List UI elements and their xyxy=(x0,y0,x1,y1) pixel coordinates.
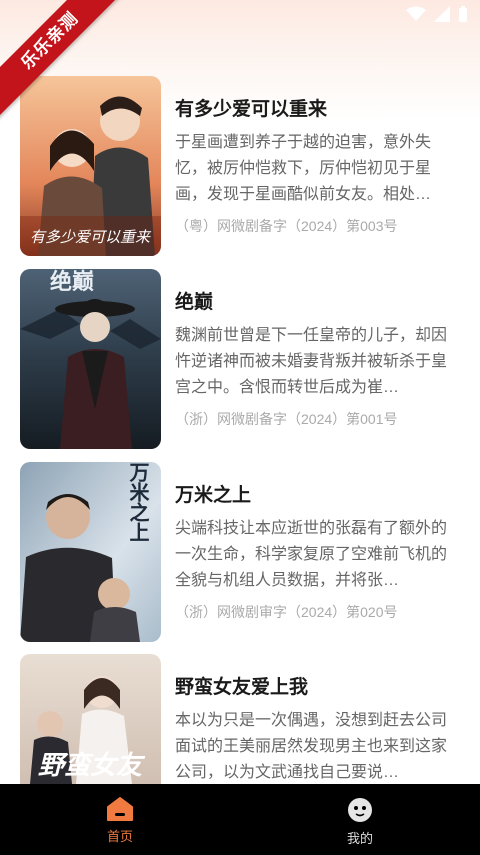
drama-card[interactable]: 绝巅 绝巅 魏渊前世曾是下一任皇帝的儿子，却因忤逆诸神而被未婚妻背叛并被斩杀于皇… xyxy=(20,269,460,449)
tab-mine[interactable]: 我的 xyxy=(240,784,480,855)
drama-record-number: （浙）网微剧审字（2024）第020号 xyxy=(175,604,398,620)
drama-poster[interactable]: 野蛮女友 xyxy=(20,654,161,784)
drama-list[interactable]: 有多少爱可以重来 有多少爱可以重来 于星画遭到养子于越的迫害，意外失忆，被厉仲恺… xyxy=(0,76,480,784)
wifi-icon xyxy=(406,6,426,21)
drama-title[interactable]: 万米之上 xyxy=(175,482,460,510)
drama-description: 于星画遭到养子于越的迫害，意外失忆，被厉仲恺救下，厉仲恺初见于星画，发现于星画酷… xyxy=(175,134,432,203)
profile-icon xyxy=(348,798,372,822)
drama-title[interactable]: 有多少爱可以重来 xyxy=(175,96,460,124)
drama-description: 本以为只是一次偶遇，没想到赶去公司面试的王美丽居然发现男主也来到这家公司，以为文… xyxy=(175,712,448,781)
drama-card[interactable]: 野蛮女友 野蛮女友爱上我 本以为只是一次偶遇，没想到赶去公司面试的王美丽居然发现… xyxy=(20,654,460,784)
drama-description: 尖端科技让本应逝世的张磊有了额外的一次生命，科学家复原了空难前飞机的全貌与机组人… xyxy=(175,520,448,589)
tab-home[interactable]: 首页 xyxy=(0,784,240,855)
drama-info: 野蛮女友爱上我 本以为只是一次偶遇，没想到赶去公司面试的王美丽居然发现男主也来到… xyxy=(175,654,460,784)
drama-title[interactable]: 野蛮女友爱上我 xyxy=(175,674,460,702)
drama-card[interactable]: 万米之上 万米之上 尖端科技让本应逝世的张磊有了额外的一次生命，科学家复原了空难… xyxy=(20,462,460,642)
drama-info: 绝巅 魏渊前世曾是下一任皇帝的儿子，却因忤逆诸神而被未婚妻背叛并被斩杀于皇宫之中… xyxy=(175,269,460,449)
drama-poster[interactable]: 绝巅 xyxy=(20,269,161,449)
drama-info: 有多少爱可以重来 于星画遭到养子于越的迫害，意外失忆，被厉仲恺救下，厉仲恺初见于… xyxy=(175,76,460,256)
ribbon-label: 乐乐亲测 xyxy=(0,0,133,124)
drama-record-number: （浙）网微剧备字（2024）第001号 xyxy=(175,411,398,427)
poster-title: 绝巅 xyxy=(50,269,94,295)
tab-mine-label: 我的 xyxy=(346,831,373,846)
poster-title: 有多少爱可以重来 xyxy=(30,228,152,246)
drama-record-number: （粤）网微剧备字（2024）第003号 xyxy=(175,218,398,234)
drama-title[interactable]: 绝巅 xyxy=(175,289,460,317)
drama-info: 万米之上 尖端科技让本应逝世的张磊有了额外的一次生命，科学家复原了空难前飞机的全… xyxy=(175,462,460,642)
home-icon xyxy=(107,797,133,821)
bottom-tab-bar: 首页 我的 xyxy=(0,784,480,855)
battery-icon xyxy=(459,6,467,22)
tab-home-label: 首页 xyxy=(106,829,133,844)
drama-description: 魏渊前世曾是下一任皇帝的儿子，却因忤逆诸神而被未婚妻背叛并被斩杀于皇宫之中。含恨… xyxy=(175,327,448,396)
signal-icon xyxy=(434,6,450,22)
poster-title: 野蛮女友 xyxy=(38,751,146,781)
corner-ribbon: 乐乐亲测 xyxy=(0,0,140,140)
drama-poster[interactable]: 万米之上 xyxy=(20,462,161,642)
poster-title: 万米之上 xyxy=(126,462,150,542)
